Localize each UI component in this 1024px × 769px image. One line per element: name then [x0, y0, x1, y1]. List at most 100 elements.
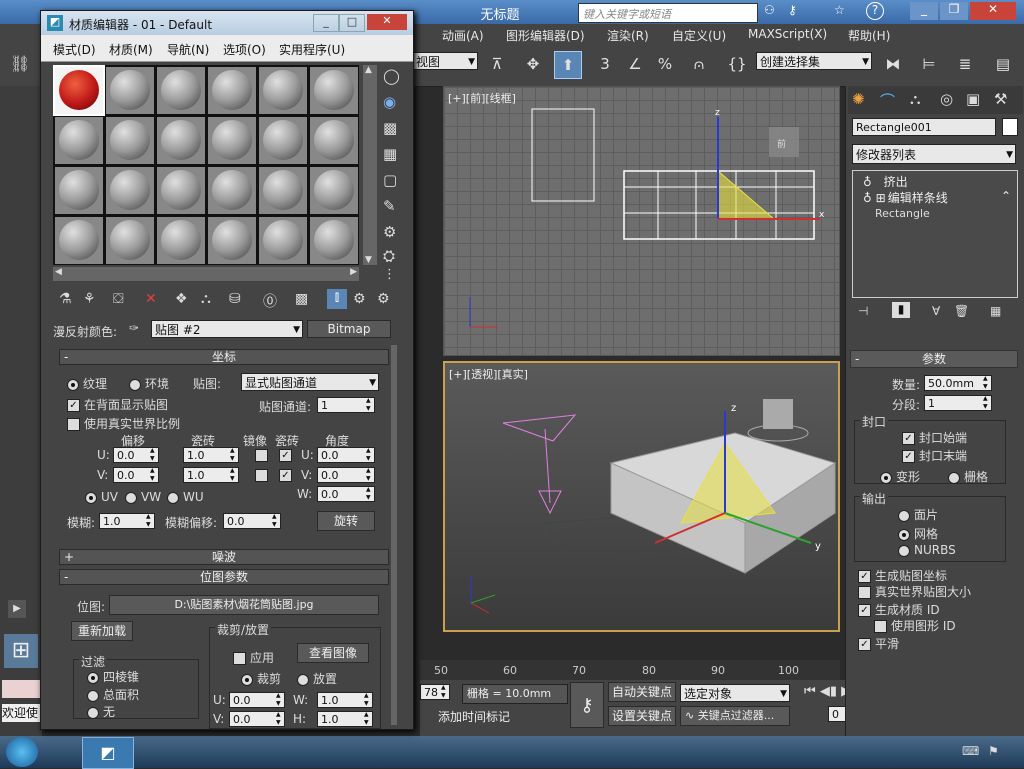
- show-map-icon[interactable]: ▩: [295, 291, 308, 307]
- edit-named-sel-icon[interactable]: {}: [724, 51, 750, 77]
- w-angle-spinner[interactable]: 0.0: [317, 486, 375, 502]
- select-by-material-icon[interactable]: ⛭: [383, 247, 395, 265]
- key-icon[interactable]: ⚷: [788, 3, 797, 17]
- grid-radio[interactable]: 栅格: [948, 468, 988, 485]
- create-tab-icon[interactable]: ✺: [852, 90, 865, 108]
- show-end-result-icon[interactable]: ⫾: [327, 289, 347, 309]
- minimize-button[interactable]: _: [910, 2, 938, 20]
- filter-pyramid-radio[interactable]: 四棱锥: [87, 668, 139, 685]
- v-tile-checkbox[interactable]: ✓: [279, 468, 296, 482]
- get-material-icon[interactable]: ⚗: [59, 291, 72, 307]
- material-sample-slot[interactable]: [310, 117, 358, 164]
- gen-mapping-checkbox[interactable]: ✓ 生成贴图坐标: [858, 567, 947, 584]
- utilities-tab-icon[interactable]: ⚒: [994, 90, 1007, 108]
- reset-map-icon[interactable]: ✕: [145, 291, 157, 307]
- percent-snap-icon[interactable]: %: [652, 51, 678, 77]
- configure-sets-icon[interactable]: ▦: [990, 304, 1001, 318]
- bitmap-params-rollout-header[interactable]: - 位图参数: [59, 569, 389, 585]
- backlight-icon[interactable]: ◉: [383, 93, 396, 111]
- key-filters-button[interactable]: ∿ 关键点过滤器...: [680, 706, 790, 726]
- material-sample-slot[interactable]: [208, 117, 256, 164]
- video-check-icon[interactable]: ▢: [383, 171, 397, 189]
- segments-spinner[interactable]: 1: [924, 395, 992, 411]
- mat-menu-navigation[interactable]: 导航(N): [167, 41, 209, 58]
- timeline-ruler[interactable]: 50 60 70 80 90 100: [420, 660, 840, 680]
- bulb-icon[interactable]: ♁: [863, 191, 872, 205]
- taskbar-3dsmax[interactable]: ◩: [82, 737, 134, 769]
- flag-icon[interactable]: ⚑: [988, 744, 999, 758]
- display-tab-icon[interactable]: ▣: [966, 90, 980, 108]
- wu-radio[interactable]: WU: [167, 490, 204, 504]
- mat-menu-mode[interactable]: 模式(D): [53, 41, 96, 58]
- options-icon[interactable]: ⚙: [383, 223, 396, 241]
- mat-close-button[interactable]: ✕: [367, 14, 407, 30]
- make-unique-icon[interactable]: ∀: [932, 304, 940, 318]
- add-time-tag-link[interactable]: 添加时间标记: [438, 708, 510, 725]
- search-input[interactable]: 键入关键字或短语: [578, 3, 758, 23]
- copy-material-icon[interactable]: ❖: [175, 291, 188, 307]
- smooth-checkbox[interactable]: ✓ 平滑: [858, 635, 899, 652]
- slots-hscroll[interactable]: ◀ ▶: [53, 267, 359, 281]
- rotate-button[interactable]: 旋转: [317, 511, 375, 531]
- help-icon[interactable]: ?: [866, 2, 884, 20]
- mat-minimize-button[interactable]: _: [313, 14, 339, 32]
- set-key-button[interactable]: 设置关键点: [608, 706, 676, 726]
- menu-rendering[interactable]: 渲染(R): [607, 27, 649, 44]
- view-dropdown[interactable]: 视图 ▼: [412, 52, 478, 70]
- modifier-list-dropdown[interactable]: 修改器列表 ▼: [852, 144, 1016, 164]
- link-icon[interactable]: ⛓: [10, 54, 30, 73]
- material-sample-slot[interactable]: [208, 67, 256, 114]
- cap-start-checkbox[interactable]: ✓ 封口始端: [902, 429, 967, 446]
- uv-radio[interactable]: UV: [85, 490, 118, 504]
- go-to-parent-icon[interactable]: ⚙: [353, 291, 366, 307]
- mat-menu-options[interactable]: 选项(O): [223, 41, 266, 58]
- star-icon[interactable]: ☆: [834, 3, 845, 17]
- modify-tab-icon[interactable]: ⌒: [880, 90, 895, 111]
- object-name-field[interactable]: Rectangle001: [852, 118, 996, 136]
- mat-rollout-scrollbar[interactable]: [391, 345, 397, 725]
- v-tiling-spinner[interactable]: 1.0: [183, 467, 239, 483]
- close-button[interactable]: ✕: [970, 2, 1016, 20]
- menu-animation[interactable]: 动画(A): [442, 27, 484, 44]
- texture-radio[interactable]: 纹理: [67, 375, 107, 392]
- background-icon[interactable]: ▩: [383, 119, 397, 137]
- scene-explorer-icon[interactable]: ▤: [990, 51, 1016, 77]
- uv-tiling-icon[interactable]: ▦: [383, 145, 397, 163]
- modifier-stack[interactable]: ♁ 挤出 ♁ ⊞ 编辑样条线 ⌃ Rectangle: [852, 170, 1018, 298]
- auto-key-button[interactable]: 自动关键点: [608, 682, 676, 702]
- filter-sat-radio[interactable]: 总面积: [87, 686, 139, 703]
- u-tiling-spinner[interactable]: 1.0: [183, 447, 239, 463]
- u-offset-spinner[interactable]: 0.0: [113, 447, 159, 463]
- gen-mat-id-checkbox[interactable]: ✓ 生成材质 ID: [858, 601, 940, 618]
- pin-stack-icon[interactable]: ⊣: [858, 304, 868, 318]
- viewport-perspective[interactable]: [+][透视][真实] z y: [443, 361, 840, 632]
- material-sample-slot[interactable]: [53, 65, 105, 116]
- material-sample-slot[interactable]: [157, 117, 205, 164]
- u-mirror-checkbox[interactable]: [255, 448, 272, 462]
- blur-offset-spinner[interactable]: 0.0: [223, 513, 281, 529]
- mapping-dropdown[interactable]: 显式贴图通道 ▼: [241, 373, 379, 391]
- crop-v-spinner[interactable]: 0.0: [229, 711, 285, 727]
- morph-radio[interactable]: 变形: [880, 468, 920, 485]
- key-filter-dropdown[interactable]: 选定对象 ▼: [680, 684, 790, 702]
- map-name-dropdown[interactable]: 贴图 #2 ▼: [151, 320, 303, 338]
- u-angle-spinner[interactable]: 0.0: [317, 447, 375, 463]
- snap-3-icon[interactable]: 3: [592, 51, 618, 77]
- align-icon[interactable]: ⊨: [916, 51, 942, 77]
- vw-radio[interactable]: VW: [125, 490, 161, 504]
- remove-modifier-icon[interactable]: 🗑: [954, 304, 969, 318]
- material-map-nav-icon[interactable]: ⋮: [383, 267, 396, 282]
- coords-rollout-header[interactable]: - 坐标: [59, 349, 389, 365]
- material-sample-slot[interactable]: [106, 117, 154, 164]
- object-color-swatch[interactable]: [1002, 118, 1018, 136]
- material-sample-slot[interactable]: [259, 217, 307, 264]
- material-sample-slot[interactable]: [259, 67, 307, 114]
- expand-icon[interactable]: ⊞: [876, 191, 886, 205]
- output-patch-radio[interactable]: 面片: [898, 506, 938, 523]
- material-sample-slot[interactable]: [55, 217, 103, 264]
- material-sample-slot[interactable]: [310, 217, 358, 264]
- preview-icon[interactable]: ✎: [383, 197, 396, 215]
- v-angle-spinner[interactable]: 0.0: [317, 467, 375, 483]
- map-channel-spinner[interactable]: 1: [317, 397, 375, 413]
- eyedropper-icon[interactable]: ✑: [129, 321, 139, 335]
